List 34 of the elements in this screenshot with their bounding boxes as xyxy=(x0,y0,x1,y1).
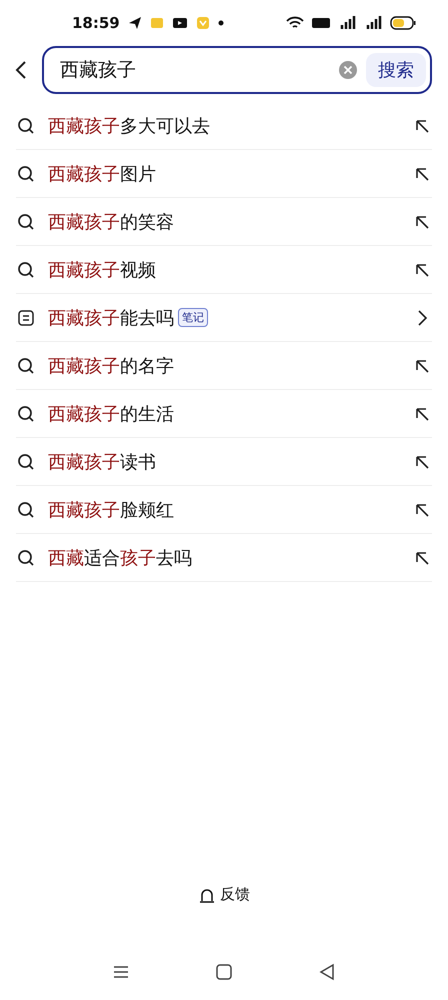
suggestion-text[interactable]: 西藏孩子的生活 xyxy=(48,402,174,426)
search-field[interactable]: 西藏孩子 搜索 xyxy=(42,46,432,94)
dot-icon xyxy=(218,20,224,26)
video-icon xyxy=(172,16,188,30)
suggestion-text[interactable]: 西藏孩子图片 xyxy=(48,162,156,186)
search-icon xyxy=(16,212,36,232)
suggestion-text[interactable]: 西藏孩子脸颊红 xyxy=(48,498,174,522)
home-icon[interactable] xyxy=(214,962,234,982)
signal-icon xyxy=(364,16,382,30)
battery-icon xyxy=(390,16,416,30)
search-icon xyxy=(16,404,36,424)
wifi-icon xyxy=(286,16,304,30)
search-icon xyxy=(16,356,36,376)
suggestion-text[interactable]: 西藏孩子多大可以去 xyxy=(48,114,210,138)
suggestion-text[interactable]: 西藏孩子读书 xyxy=(48,450,156,474)
feedback-button[interactable]: 反馈 xyxy=(198,885,250,904)
note-tag: 笔记 xyxy=(178,308,208,327)
clear-icon[interactable] xyxy=(338,60,358,80)
note-icon xyxy=(16,308,36,328)
search-icon xyxy=(16,452,36,472)
search-icon xyxy=(16,500,36,520)
suggestion-text[interactable]: 西藏孩子的名字 xyxy=(48,354,174,378)
search-button[interactable]: 搜索 xyxy=(366,53,426,87)
search-icon xyxy=(16,116,36,136)
suggestion-text[interactable]: 西藏适合孩子去吗 xyxy=(48,546,192,570)
status-time: 18:59 xyxy=(72,14,120,32)
suggestion-text[interactable]: 西藏孩子的笑容 xyxy=(48,210,174,234)
search-icon xyxy=(16,260,36,280)
signal-icon xyxy=(338,16,356,30)
suggestion-text[interactable]: 西藏孩子能去吗 xyxy=(48,306,174,330)
search-icon xyxy=(16,548,36,568)
suggestion-text[interactable]: 西藏孩子视频 xyxy=(48,258,156,282)
send-icon xyxy=(128,16,142,30)
search-icon xyxy=(16,164,36,184)
